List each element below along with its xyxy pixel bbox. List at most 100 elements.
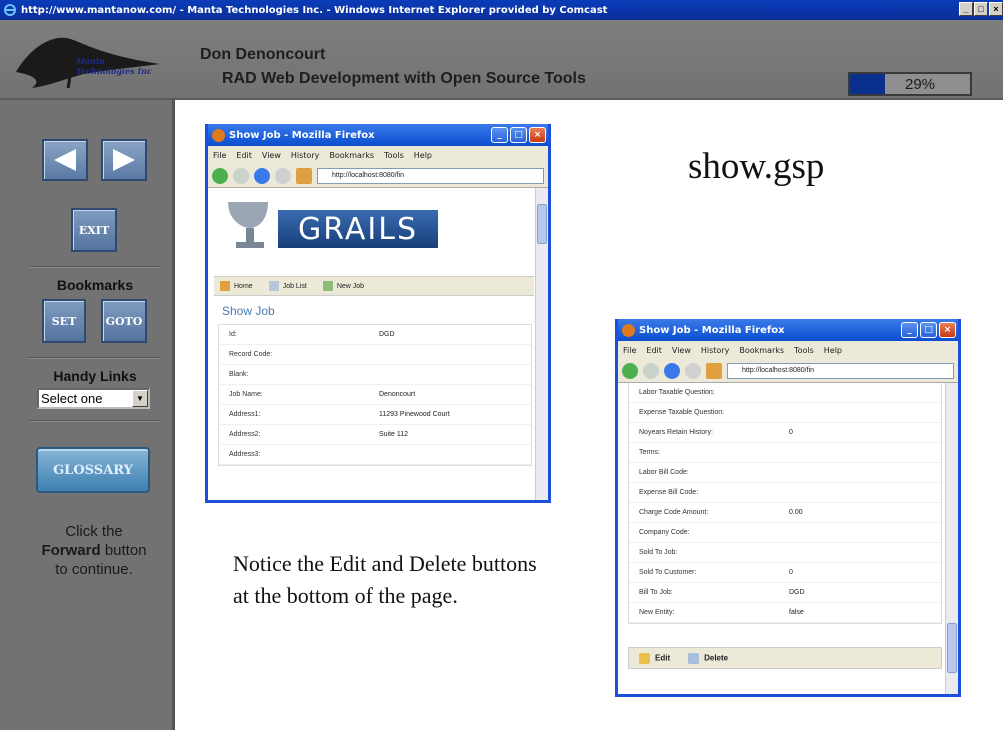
ff2-maximize-button[interactable]: □ [920,322,937,338]
ff2-title-bar: Show Job - Mozilla Firefox _ □ × [618,319,958,341]
table-row: Bill To Job: DGD [629,583,941,603]
menu-bookmarks[interactable]: Bookmarks [329,151,374,160]
edit-label: Edit [655,653,671,663]
field-label: Company Code: [639,529,690,536]
ff1-maximize-button[interactable]: □ [510,127,527,143]
ff2-minimize-button[interactable]: _ [901,322,918,338]
forward-button[interactable] [101,139,147,181]
nav-new-job[interactable]: New Job [322,281,364,291]
ff1-menu-bar: File Edit View History Bookmarks Tools H… [208,146,548,164]
handy-links-select[interactable]: Select one ▼ [37,388,150,409]
ff1-title: Show Job - Mozilla Firefox [229,129,375,141]
ff2-scroll-thumb[interactable] [947,623,957,673]
field-label: Charge Code Amount: [639,509,709,516]
ff2-title: Show Job - Mozilla Firefox [639,324,785,336]
ff1-title-bar: Show Job - Mozilla Firefox _ □ × [208,124,548,146]
menu-help[interactable]: Help [824,346,842,355]
menu-tools[interactable]: Tools [384,151,404,160]
grails-wordmark: GRAILS [278,210,438,248]
menu-bookmarks[interactable]: Bookmarks [739,346,784,355]
reload-icon[interactable] [664,362,680,379]
forward-icon[interactable] [233,167,249,184]
menu-view[interactable]: View [672,346,691,355]
ie-logo-icon [2,2,18,18]
back-button[interactable] [42,139,88,181]
field-label: Address1: [229,411,261,418]
ff1-scrollbar[interactable] [535,188,548,500]
stop-icon[interactable] [685,362,701,379]
field-label: Record Code: [229,351,273,358]
instruction-line-2: Forward button [14,541,174,560]
ff2-url-bar[interactable]: http://localhost:8080/fin [727,362,954,379]
show-job-heading: Show Job [222,304,275,318]
field-label: Bill To Job: [639,589,673,596]
back-icon[interactable] [622,362,638,379]
menu-edit[interactable]: Edit [236,151,252,160]
firefox-icon [622,323,635,337]
forward-arrow-icon [113,149,135,171]
window-controls: _ □ × [958,2,1003,16]
ff2-close-button[interactable]: × [939,322,956,338]
menu-history[interactable]: History [701,346,729,355]
home-icon[interactable] [706,362,722,379]
ff1-url-bar[interactable]: http://localhost:8080/fin [317,167,544,184]
menu-help[interactable]: Help [414,151,432,160]
ff2-scrollbar[interactable] [945,383,958,694]
delete-icon [688,652,700,664]
course-header: Manta Technologies Inc Don Denoncourt RA… [0,20,1003,100]
ff1-scroll-thumb[interactable] [537,204,547,244]
ff1-minimize-button[interactable]: _ [491,127,508,143]
forward-icon[interactable] [643,362,659,379]
window-title: http://www.mantanow.com/ - Manta Technol… [21,4,608,16]
ff2-button-bar: Edit Delete [628,647,942,669]
ff2-menu-bar: File Edit View History Bookmarks Tools H… [618,341,958,359]
menu-edit[interactable]: Edit [646,346,662,355]
pencil-icon [639,652,650,664]
bookmarks-label: Bookmarks [56,277,134,293]
progress-text: 29% [904,75,936,93]
field-label: New Entity: [639,609,675,616]
ff1-close-button[interactable]: × [529,127,546,143]
nav-job-list-label: Job List [282,282,307,290]
menu-file[interactable]: File [623,346,636,355]
stop-icon[interactable] [275,167,291,184]
field-label: Expense Taxable Question: [639,409,725,416]
ff1-detail-table: Id: DGD Record Code: Blank: Job Name: Deno… [218,324,532,466]
ff2-page: Labor Taxable Question: Expense Taxable … [618,383,958,694]
reload-icon[interactable] [254,167,270,184]
nav-home[interactable]: Home [220,281,253,291]
forward-word: Forward [41,542,101,559]
table-row: Id: DGD [219,325,531,345]
menu-view[interactable]: View [262,151,281,160]
field-value: 0 [789,429,793,436]
menu-history[interactable]: History [291,151,319,160]
table-row: Noyears Retain History: 0 [629,423,941,443]
slide-notice: Notice the Edit and Delete buttons at th… [233,551,537,608]
set-bookmark-button[interactable]: SET [42,299,86,343]
goto-bookmark-button[interactable]: GOTO [101,299,147,343]
menu-file[interactable]: File [213,151,226,160]
firefox-icon [212,128,225,142]
list-icon [268,281,279,291]
exit-button[interactable]: EXIT [71,208,117,252]
nav-job-list[interactable]: Job List [268,281,307,291]
maximize-button[interactable]: □ [974,2,988,16]
delete-button[interactable]: Delete [688,652,728,664]
field-label: Id: [229,331,237,338]
menu-tools[interactable]: Tools [794,346,814,355]
field-value: 0.00 [789,509,803,516]
progress-bar: 29% [848,72,972,96]
close-button[interactable]: × [989,2,1003,16]
field-value: DGD [379,331,395,338]
back-icon[interactable] [212,167,228,184]
minimize-button[interactable]: _ [959,2,973,16]
chevron-down-icon[interactable]: ▼ [132,390,148,407]
glossary-button[interactable]: GLOSSARY [36,447,150,493]
home-icon[interactable] [296,167,312,184]
table-row: Labor Taxable Question: [629,383,941,403]
home-icon [220,281,230,291]
ff2-toolbar: http://localhost:8080/fin [618,359,958,383]
slide-title: show.gsp [688,146,825,187]
edit-button[interactable]: Edit [639,652,671,664]
firefox-window-1: Show Job - Mozilla Firefox _ □ × File Ed… [205,124,551,503]
